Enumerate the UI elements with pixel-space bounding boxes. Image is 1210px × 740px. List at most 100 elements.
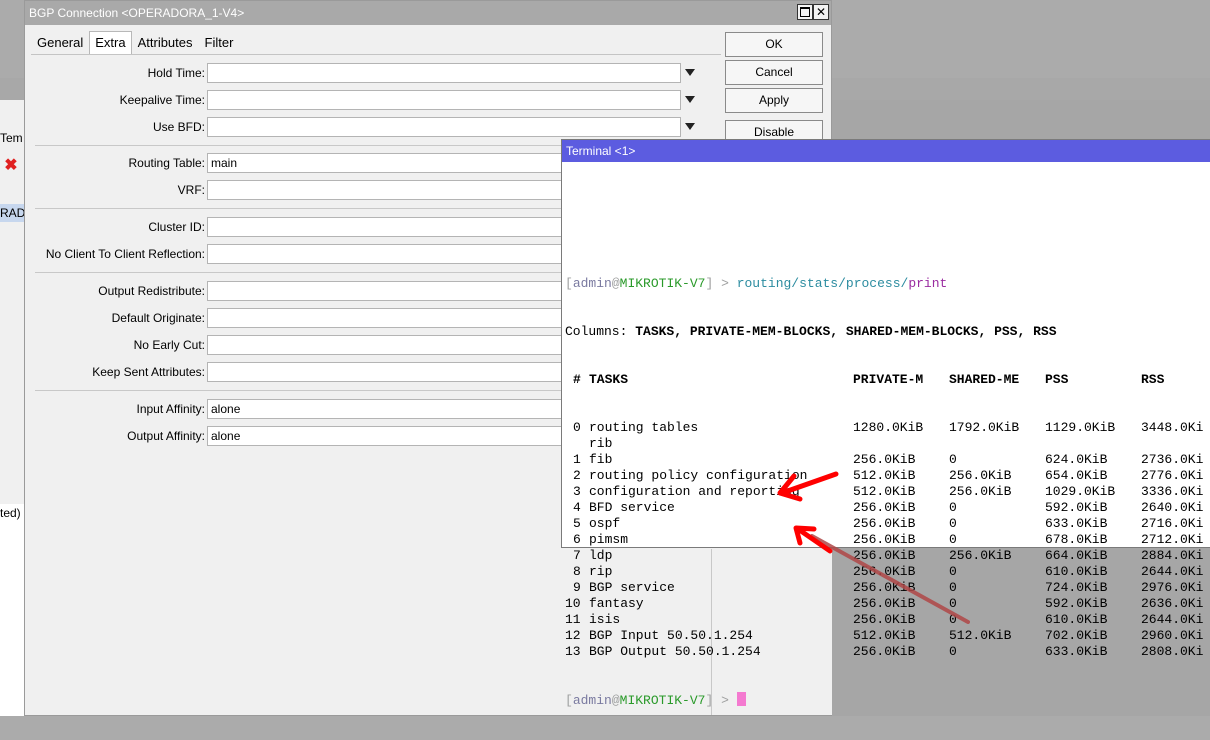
header-tasks: TASKS — [589, 372, 629, 387]
row-number-cell: 2 — [573, 468, 581, 483]
process-row: 10 fantasy 256.0KiB 0 592.0KiB 2636.0Ki — [565, 596, 1203, 612]
header-shared: SHARED-ME — [949, 372, 1020, 387]
task-cell: rib — [589, 436, 613, 451]
shared-mem-cell: 0 — [949, 516, 957, 531]
dialog-titlebar[interactable]: BGP Connection <OPERADORA_1-V4> ✕ — [25, 1, 831, 25]
prompt-at: @ — [611, 276, 620, 291]
columns-line: Columns: TASKS, PRIVATE-MEM-BLOCKS, SHAR… — [565, 324, 1057, 340]
command-path: routing/stats/ — [736, 276, 846, 291]
process-row: 7 ldp 256.0KiB 256.0KiB 664.0KiB 2884.0Ki — [565, 548, 1203, 564]
no-client-reflection-label: No Client To Client Reflection: — [45, 247, 205, 261]
terminal-title: Terminal <1> — [566, 144, 636, 158]
process-row: 6 pimsm 256.0KiB 0 678.0KiB 2712.0Ki — [565, 532, 1203, 548]
table-header: # TASKS PRIVATE-M SHARED-ME PSS RSS — [565, 372, 1164, 388]
prompt-host: MIKROTIK-V7 — [619, 693, 706, 708]
pss-cell: 724.0KiB — [1045, 580, 1108, 595]
pss-cell: 1029.0KiB — [1045, 484, 1116, 499]
tab-filter[interactable]: Filter — [199, 31, 240, 54]
header-private: PRIVATE-M — [853, 372, 924, 387]
task-cell: routing policy configuration — [589, 468, 808, 483]
row-number-cell: 7 — [573, 548, 581, 563]
output-redistribute-label: Output Redistribute: — [98, 284, 205, 298]
cancel-button[interactable]: Cancel — [725, 60, 823, 85]
tab-extra[interactable]: Extra — [89, 31, 132, 54]
command-path: process/ — [845, 276, 909, 291]
tab-divider — [31, 54, 721, 55]
private-mem-cell: 512.0KiB — [853, 468, 916, 483]
task-cell: fantasy — [589, 596, 644, 611]
tab-general[interactable]: General — [31, 31, 89, 54]
private-mem-cell: 1280.0KiB — [853, 420, 924, 435]
private-mem-cell: 256.0KiB — [853, 500, 916, 515]
rss-cell: 2736.0Ki — [1141, 452, 1204, 467]
close-icon[interactable]: ✕ — [813, 4, 829, 20]
background-tab[interactable]: Tem — [0, 128, 26, 148]
use-bfd-dropdown-icon[interactable] — [685, 123, 695, 130]
shared-mem-cell: 0 — [949, 580, 957, 595]
shared-mem-cell: 256.0KiB — [949, 484, 1012, 499]
process-row: 1 fib 256.0KiB 0 624.0KiB 2736.0Ki — [565, 452, 1203, 468]
keepalive-time-label: Keepalive Time: — [119, 93, 205, 107]
terminal-prompt-line[interactable]: [admin@MIKROTIK-V7] > — [565, 692, 1057, 708]
rss-cell: 2644.0Ki — [1141, 612, 1204, 627]
pss-cell: 610.0KiB — [1045, 564, 1108, 579]
row-number-cell: 9 — [573, 580, 581, 595]
rss-cell: 2716.0Ki — [1141, 516, 1204, 531]
rss-cell: 2976.0Ki — [1141, 580, 1204, 595]
process-row: 4 BFD service 256.0KiB 0 592.0KiB 2640.0Ki — [565, 500, 1203, 516]
pss-cell: 633.0KiB — [1045, 644, 1108, 659]
hold-time-field[interactable] — [207, 63, 681, 83]
task-cell: BFD service — [589, 500, 675, 515]
prompt-host: MIKROTIK-V7 — [619, 276, 706, 291]
use-bfd-field[interactable] — [207, 117, 681, 137]
process-row: 8 rip 256.0KiB 0 610.0KiB 2644.0Ki — [565, 564, 1203, 580]
columns-label: Columns: — [565, 324, 628, 339]
vrf-label: VRF: — [177, 183, 205, 197]
input-affinity-label: Input Affinity: — [136, 402, 206, 416]
columns-value: TASKS, PRIVATE-MEM-BLOCKS, SHARED-MEM-BL… — [627, 324, 1057, 339]
dialog-tabs: General Extra Attributes Filter — [31, 31, 239, 54]
hold-time-dropdown-icon[interactable] — [685, 69, 695, 76]
terminal-titlebar[interactable]: Terminal <1> — [562, 140, 1210, 162]
rss-cell: 2640.0Ki — [1141, 500, 1204, 515]
private-mem-cell: 256.0KiB — [853, 580, 916, 595]
row-number-cell: 11 — [565, 612, 581, 627]
row-number-cell: 12 — [565, 628, 581, 643]
background-selected-row[interactable]: RADO — [0, 204, 26, 222]
shared-mem-cell: 0 — [949, 452, 957, 467]
private-mem-cell: 256.0KiB — [853, 516, 916, 531]
no-early-cut-label: No Early Cut: — [133, 338, 205, 352]
row-number-cell: 1 — [573, 452, 581, 467]
keepalive-time-dropdown-icon[interactable] — [685, 96, 695, 103]
shared-mem-cell: 1792.0KiB — [949, 420, 1020, 435]
private-mem-cell: 256.0KiB — [853, 612, 916, 627]
apply-button[interactable]: Apply — [725, 88, 823, 113]
task-cell: pimsm — [589, 532, 629, 547]
remove-icon[interactable]: ✖ — [2, 156, 20, 174]
process-row: 3 configuration and reporting 512.0KiB 256.… — [565, 484, 1203, 500]
shared-mem-cell: 512.0KiB — [949, 628, 1012, 643]
private-mem-cell: 256.0KiB — [853, 596, 916, 611]
ok-button[interactable]: OK — [725, 32, 823, 57]
pss-cell: 664.0KiB — [1045, 548, 1108, 563]
shared-mem-cell: 0 — [949, 500, 957, 515]
keepalive-time-field[interactable] — [207, 90, 681, 110]
tab-attributes[interactable]: Attributes — [132, 31, 199, 54]
pss-cell: 624.0KiB — [1045, 452, 1108, 467]
task-cell: ospf — [589, 516, 621, 531]
maximize-icon[interactable] — [797, 4, 813, 20]
terminal-window[interactable]: Terminal <1> [admin@MIKROTIK-V7] > routi… — [561, 139, 1210, 708]
private-mem-cell: 256.0KiB — [853, 564, 916, 579]
rss-cell: 2884.0Ki — [1141, 548, 1204, 563]
row-number-cell: 13 — [565, 644, 581, 659]
default-originate-label: Default Originate: — [111, 311, 205, 325]
terminal-output[interactable]: [admin@MIKROTIK-V7] > routing/stats/proc… — [565, 244, 1203, 740]
rss-cell: 3336.0Ki — [1141, 484, 1204, 499]
routing-table-label: Routing Table: — [128, 156, 206, 170]
process-row: 5 ospf 256.0KiB 0 633.0KiB 2716.0Ki — [565, 516, 1203, 532]
task-cell: BGP Output 50.50.1.254 — [589, 644, 761, 659]
hold-time-label: Hold Time: — [147, 66, 205, 80]
row-number-cell: 6 — [573, 532, 581, 547]
process-row: 9 BGP service 256.0KiB 0 724.0KiB 2976.0Ki — [565, 580, 1203, 596]
rss-cell: 2776.0Ki — [1141, 468, 1204, 483]
